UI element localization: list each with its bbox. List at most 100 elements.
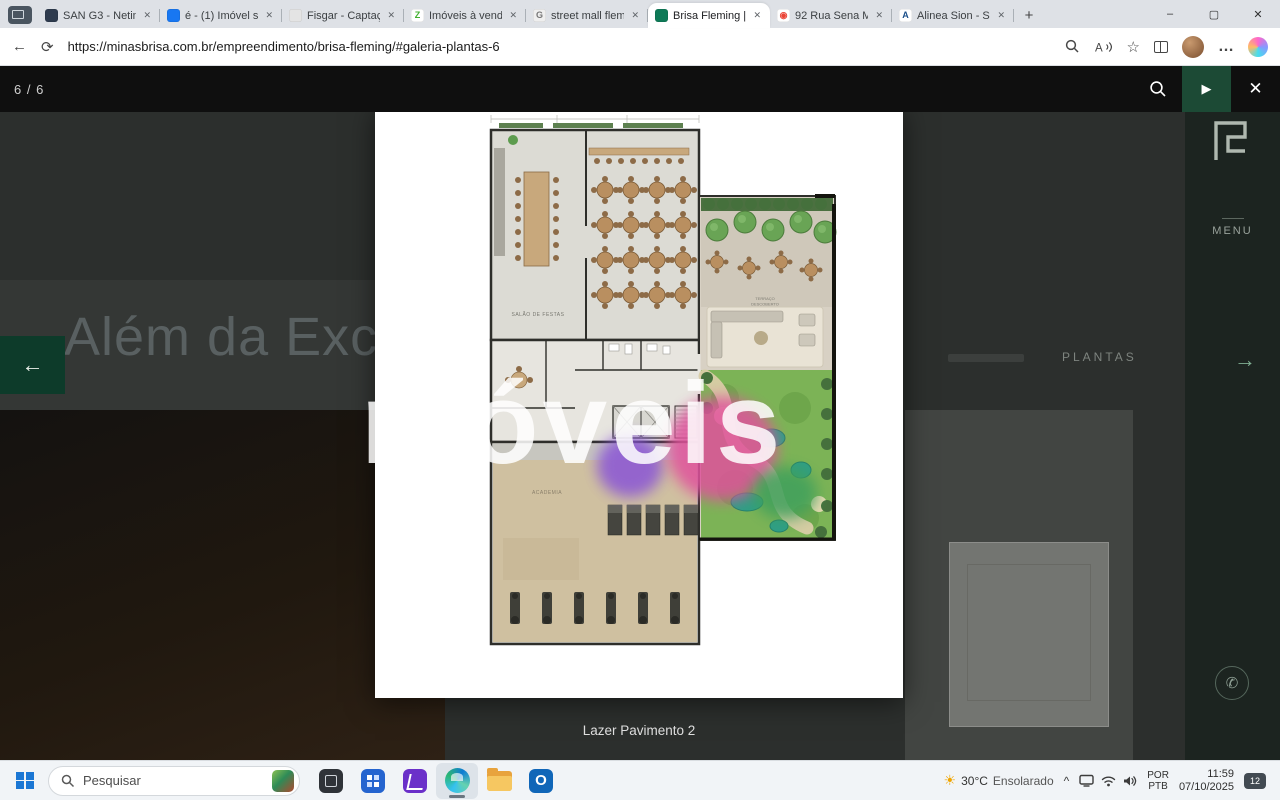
more-menu-icon[interactable]: … bbox=[1218, 38, 1234, 56]
background-plan-thumb bbox=[949, 542, 1109, 727]
tab-title: street mall flem... bbox=[551, 10, 624, 22]
terrace-label-1: TERRAÇO bbox=[755, 296, 775, 301]
outlook-icon[interactable]: O bbox=[520, 763, 562, 799]
tab-title: é - (1) Imóvel se... bbox=[185, 10, 258, 22]
new-tab-button[interactable]: + bbox=[1018, 4, 1040, 26]
weather-widget[interactable]: ☀ 30°C Ensolarado bbox=[944, 772, 1054, 789]
next-image-button[interactable]: → bbox=[1234, 347, 1256, 373]
tray-status-icons bbox=[1079, 774, 1137, 787]
time-text: 11:59 bbox=[1179, 768, 1234, 781]
tab-title: Brisa Fleming | M... bbox=[673, 10, 746, 22]
tray-overflow-icon[interactable]: ^ bbox=[1064, 774, 1070, 788]
sun-icon: ☀ bbox=[944, 772, 957, 789]
back-icon[interactable]: ← bbox=[12, 38, 27, 55]
tab-preview-icon[interactable] bbox=[8, 6, 32, 24]
tab-san-g3[interactable]: SAN G3 - Netim... ✕ bbox=[38, 3, 160, 28]
tab-close-icon[interactable]: ✕ bbox=[263, 9, 275, 22]
app-icon-3[interactable] bbox=[394, 763, 436, 799]
tab-alinea-sion[interactable]: A Alinea Sion - Stu... ✕ bbox=[892, 3, 1014, 28]
read-aloud-icon[interactable]: A bbox=[1094, 40, 1113, 54]
url-field[interactable]: https://minasbrisa.com.br/empreendimento… bbox=[68, 39, 1051, 54]
folder-icon bbox=[487, 771, 512, 791]
tab-favicon: ◉ bbox=[777, 9, 790, 22]
favorites-star-icon[interactable]: ☆ bbox=[1127, 38, 1140, 56]
tab-close-icon[interactable]: ✕ bbox=[507, 9, 519, 22]
outlook-logo-icon: O bbox=[529, 769, 553, 793]
tab-zap-imoveis[interactable]: Z Imóveis à venda... ✕ bbox=[404, 3, 526, 28]
tab-fisgar[interactable]: Fisgar - Captaç... ✕ bbox=[282, 3, 404, 28]
bing-daily-image[interactable] bbox=[272, 770, 294, 792]
file-explorer-icon[interactable] bbox=[478, 763, 520, 799]
address-bar: ← ⟳ https://minasbrisa.com.br/empreendim… bbox=[0, 28, 1280, 66]
lang-line-2: PTB bbox=[1147, 781, 1169, 792]
tab-favicon bbox=[655, 9, 668, 22]
tab-title: Fisgar - Captaç... bbox=[307, 10, 380, 22]
image-counter: 6 / 6 bbox=[14, 82, 44, 97]
clock-widget[interactable]: 11:59 07/10/2025 bbox=[1179, 768, 1234, 794]
nav-item-faint bbox=[948, 354, 1024, 362]
tab-favicon bbox=[167, 9, 180, 22]
dimension-ticks bbox=[491, 115, 699, 123]
close-window-button[interactable]: ✕ bbox=[1236, 0, 1280, 28]
tab-favicon bbox=[45, 9, 58, 22]
profile-avatar[interactable] bbox=[1182, 36, 1204, 58]
zoom-icon[interactable] bbox=[1065, 39, 1080, 54]
site-sidebar: MENU ✆ bbox=[1185, 66, 1280, 760]
app-icon-1-glyph bbox=[319, 769, 343, 793]
cast-screen-icon[interactable] bbox=[1079, 774, 1094, 787]
copilot-icon[interactable] bbox=[1248, 37, 1268, 57]
wifi-icon[interactable] bbox=[1101, 775, 1116, 787]
tab-favicon: Z bbox=[411, 9, 424, 22]
weather-desc: Ensolarado bbox=[993, 774, 1054, 788]
language-indicator[interactable]: POR PTB bbox=[1147, 770, 1169, 792]
app-icon-2[interactable] bbox=[352, 763, 394, 799]
tab-favicon bbox=[289, 9, 302, 22]
search-icon bbox=[61, 774, 75, 788]
taskbar-search-input[interactable]: Pesquisar bbox=[48, 766, 300, 796]
tab-maps-rua-sena[interactable]: ◉ 92 Rua Sena Ma... ✕ bbox=[770, 3, 892, 28]
taskbar-app-icons: O bbox=[310, 763, 562, 799]
service-strip bbox=[491, 340, 699, 442]
window-controls: – ▢ ✕ bbox=[1148, 0, 1280, 28]
menu-button[interactable]: MENU bbox=[1185, 218, 1280, 237]
edge-logo-icon bbox=[445, 768, 470, 793]
lightbox-controls: ▶ ✕ bbox=[1133, 66, 1280, 112]
minimize-button[interactable]: – bbox=[1148, 0, 1192, 28]
app-icon-2-glyph bbox=[361, 769, 385, 793]
start-button[interactable] bbox=[8, 764, 42, 798]
windows-taskbar: Pesquisar O ☀ 30°C Ensolarado ^ bbox=[0, 760, 1280, 800]
split-screen-icon[interactable] bbox=[1154, 41, 1168, 53]
tab-street-mall[interactable]: G street mall flem... ✕ bbox=[526, 3, 648, 28]
tab-close-icon[interactable]: ✕ bbox=[629, 9, 641, 22]
background-gallery-image bbox=[905, 410, 1133, 760]
gym-area: ACADEMIA bbox=[491, 442, 699, 644]
tab-close-icon[interactable]: ✕ bbox=[995, 9, 1007, 22]
nav-item-plantas[interactable]: PLANTAS bbox=[1062, 350, 1137, 364]
whatsapp-icon[interactable]: ✆ bbox=[1215, 666, 1249, 700]
party-room: SALÃO DE FESTAS bbox=[491, 130, 699, 340]
tab-title: 92 Rua Sena Ma... bbox=[795, 10, 868, 22]
notification-badge[interactable]: 12 bbox=[1244, 773, 1266, 789]
maximize-button[interactable]: ▢ bbox=[1192, 0, 1236, 28]
edge-taskbar-icon[interactable] bbox=[436, 763, 478, 799]
gallery-image-card[interactable]: SALÃO DE FESTAS bbox=[375, 108, 903, 698]
tab-close-icon[interactable]: ✕ bbox=[751, 9, 763, 22]
zoom-image-icon[interactable] bbox=[1133, 66, 1182, 112]
tab-title: Imóveis à venda... bbox=[429, 10, 502, 22]
lang-line-1: POR bbox=[1147, 770, 1169, 781]
tab-close-icon[interactable]: ✕ bbox=[385, 9, 397, 22]
tab-imovel-notification[interactable]: é - (1) Imóvel se... ✕ bbox=[160, 3, 282, 28]
minasbrisa-logo-icon bbox=[1211, 118, 1253, 164]
slideshow-play-icon[interactable]: ▶ bbox=[1182, 66, 1231, 112]
terrace-label-2: DESCOBERTO bbox=[751, 302, 779, 307]
volume-icon[interactable] bbox=[1123, 775, 1137, 787]
prev-image-button[interactable]: ← bbox=[0, 336, 65, 394]
app-icon-1[interactable] bbox=[310, 763, 352, 799]
tab-brisa-fleming-active[interactable]: Brisa Fleming | M... ✕ bbox=[648, 3, 770, 28]
weather-temp: 30°C bbox=[961, 774, 988, 788]
tab-close-icon[interactable]: ✕ bbox=[141, 9, 153, 22]
gym-label: ACADEMIA bbox=[532, 490, 562, 496]
refresh-icon[interactable]: ⟳ bbox=[41, 38, 54, 56]
tab-close-icon[interactable]: ✕ bbox=[873, 9, 885, 22]
close-lightbox-icon[interactable]: ✕ bbox=[1231, 66, 1280, 112]
